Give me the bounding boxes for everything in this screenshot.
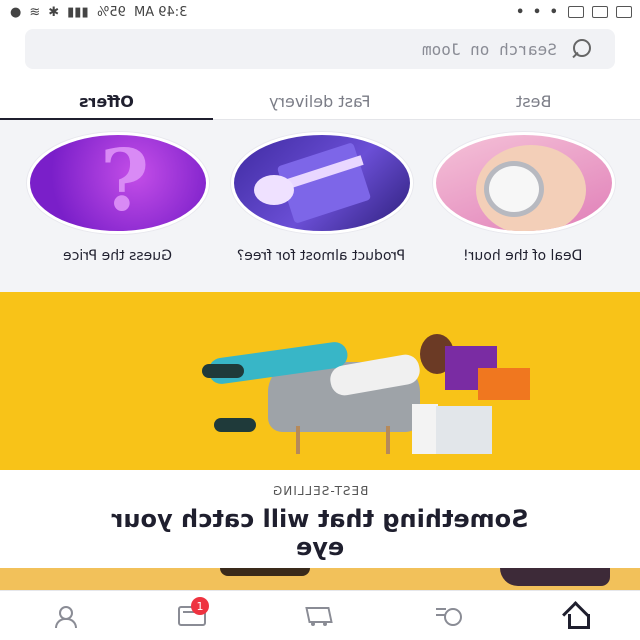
more-dots-icon: • • • — [516, 4, 560, 20]
decor-shape — [220, 568, 310, 576]
offer-title: Guess the Price — [62, 248, 172, 264]
shoe-shape — [202, 364, 244, 378]
promo-banner[interactable] — [0, 292, 640, 470]
location-icon: ● — [10, 4, 22, 20]
nav-search[interactable] — [384, 591, 512, 640]
home-icon[interactable] — [562, 604, 590, 629]
tab-offers-label: Offers — [79, 91, 134, 111]
gallery-icon — [592, 6, 608, 18]
status-left: ● ≋ ✱ ▮▮▮ 95% 3:49 AM — [10, 5, 187, 20]
notification-icon — [616, 6, 632, 18]
offer-deal-of-the-hour[interactable]: Deal of the hour! — [433, 132, 615, 265]
gift-bow-shape — [254, 175, 294, 205]
nav-wallet[interactable]: 1 — [128, 591, 256, 640]
stopwatch-icon — [484, 161, 544, 217]
search-bar[interactable]: Search on Joom — [25, 29, 615, 69]
nav-cart[interactable] — [256, 591, 384, 640]
tab-best-label: Best — [515, 91, 552, 111]
search-icon[interactable] — [569, 37, 593, 61]
search-chat-icon[interactable] — [432, 605, 464, 627]
bluetooth-icon: ✱ — [48, 4, 60, 20]
mail-icon — [568, 6, 584, 18]
question-mark-icon: ? — [100, 132, 150, 230]
tab-best[interactable]: Best — [427, 82, 640, 120]
offer-guess-the-price[interactable]: ? Guess the Price — [27, 132, 209, 265]
stopwatch-image[interactable] — [433, 132, 615, 234]
bottom-navigation: 1 — [0, 590, 640, 640]
nav-profile[interactable] — [0, 591, 128, 640]
offer-title: Deal of the hour! — [463, 248, 583, 264]
notification-badge: 1 — [191, 597, 209, 615]
status-bar: ● ≋ ✱ ▮▮▮ 95% 3:49 AM • • • — [0, 0, 640, 24]
category-tabs: Offers Fast delivery Best — [0, 82, 640, 121]
chair-leg — [296, 426, 300, 454]
offer-product-almost-free[interactable]: Product almost for free? — [231, 132, 413, 265]
section-headline: Something that will catch your eye — [111, 505, 529, 561]
offers-section: ? Guess the Price Product almost for fre… — [0, 120, 640, 292]
decor-shape — [500, 568, 610, 586]
battery-percent: 95% — [96, 4, 126, 20]
gift-box-image[interactable] — [231, 132, 413, 234]
shopping-bag-shape — [478, 368, 530, 400]
shopping-bag-shape — [436, 406, 492, 454]
tab-offers[interactable]: Offers — [0, 82, 213, 121]
shoe-shape — [214, 418, 256, 432]
guess-price-image[interactable]: ? — [27, 132, 209, 234]
best-selling-section[interactable]: BEST-SELLING Something that will catch y… — [0, 470, 640, 568]
status-time: 3:49 AM — [133, 4, 187, 20]
search-placeholder[interactable]: Search on Joom — [422, 40, 557, 59]
tab-fast-delivery-label: Fast delivery — [269, 91, 371, 111]
status-right: • • • — [516, 5, 632, 20]
offer-title: Product almost for free? — [236, 248, 406, 264]
next-banner-strip[interactable] — [0, 568, 640, 590]
profile-icon[interactable] — [52, 604, 77, 628]
wifi-icon: ≋ — [29, 4, 41, 20]
chair-leg — [386, 426, 390, 454]
cart-icon[interactable] — [305, 605, 335, 627]
signal-icon: ▮▮▮ — [67, 4, 89, 20]
nav-home[interactable] — [512, 591, 640, 640]
shopping-bag-shape — [412, 404, 438, 454]
section-eyebrow: BEST-SELLING — [271, 484, 369, 498]
tab-fast-delivery[interactable]: Fast delivery — [213, 82, 427, 120]
